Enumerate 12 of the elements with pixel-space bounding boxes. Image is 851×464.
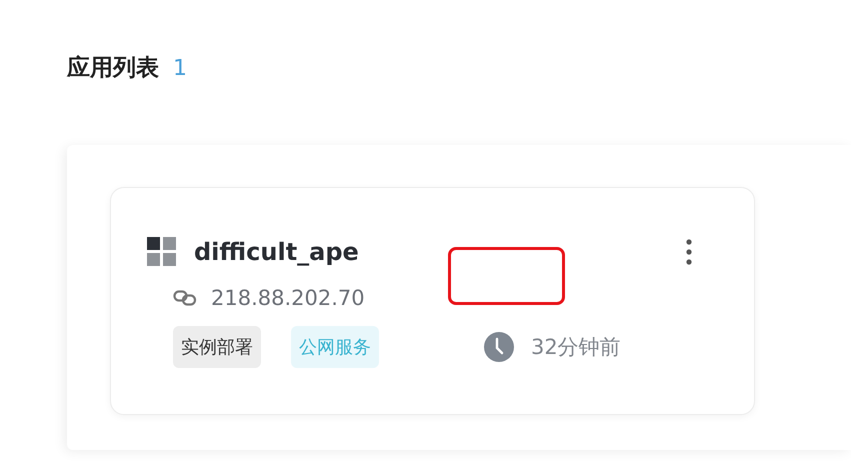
page-title: 应用列表 [67,54,159,83]
app-name[interactable]: difficult_ape [194,238,359,266]
more-icon[interactable] [686,239,692,265]
tag: 公网服务 [291,326,379,368]
app-card[interactable]: difficult_ape 218.88.202.70 实例部署 公网服务 32分钟前 [110,187,755,415]
grid-icon [147,237,177,267]
clock-icon [484,332,514,362]
ip-address: 218.88.202.70 [211,286,365,310]
tag: 实例部署 [173,326,261,368]
app-count: 1 [173,56,187,81]
link-icon [173,290,197,306]
updated-time: 32分钟前 [531,334,621,361]
